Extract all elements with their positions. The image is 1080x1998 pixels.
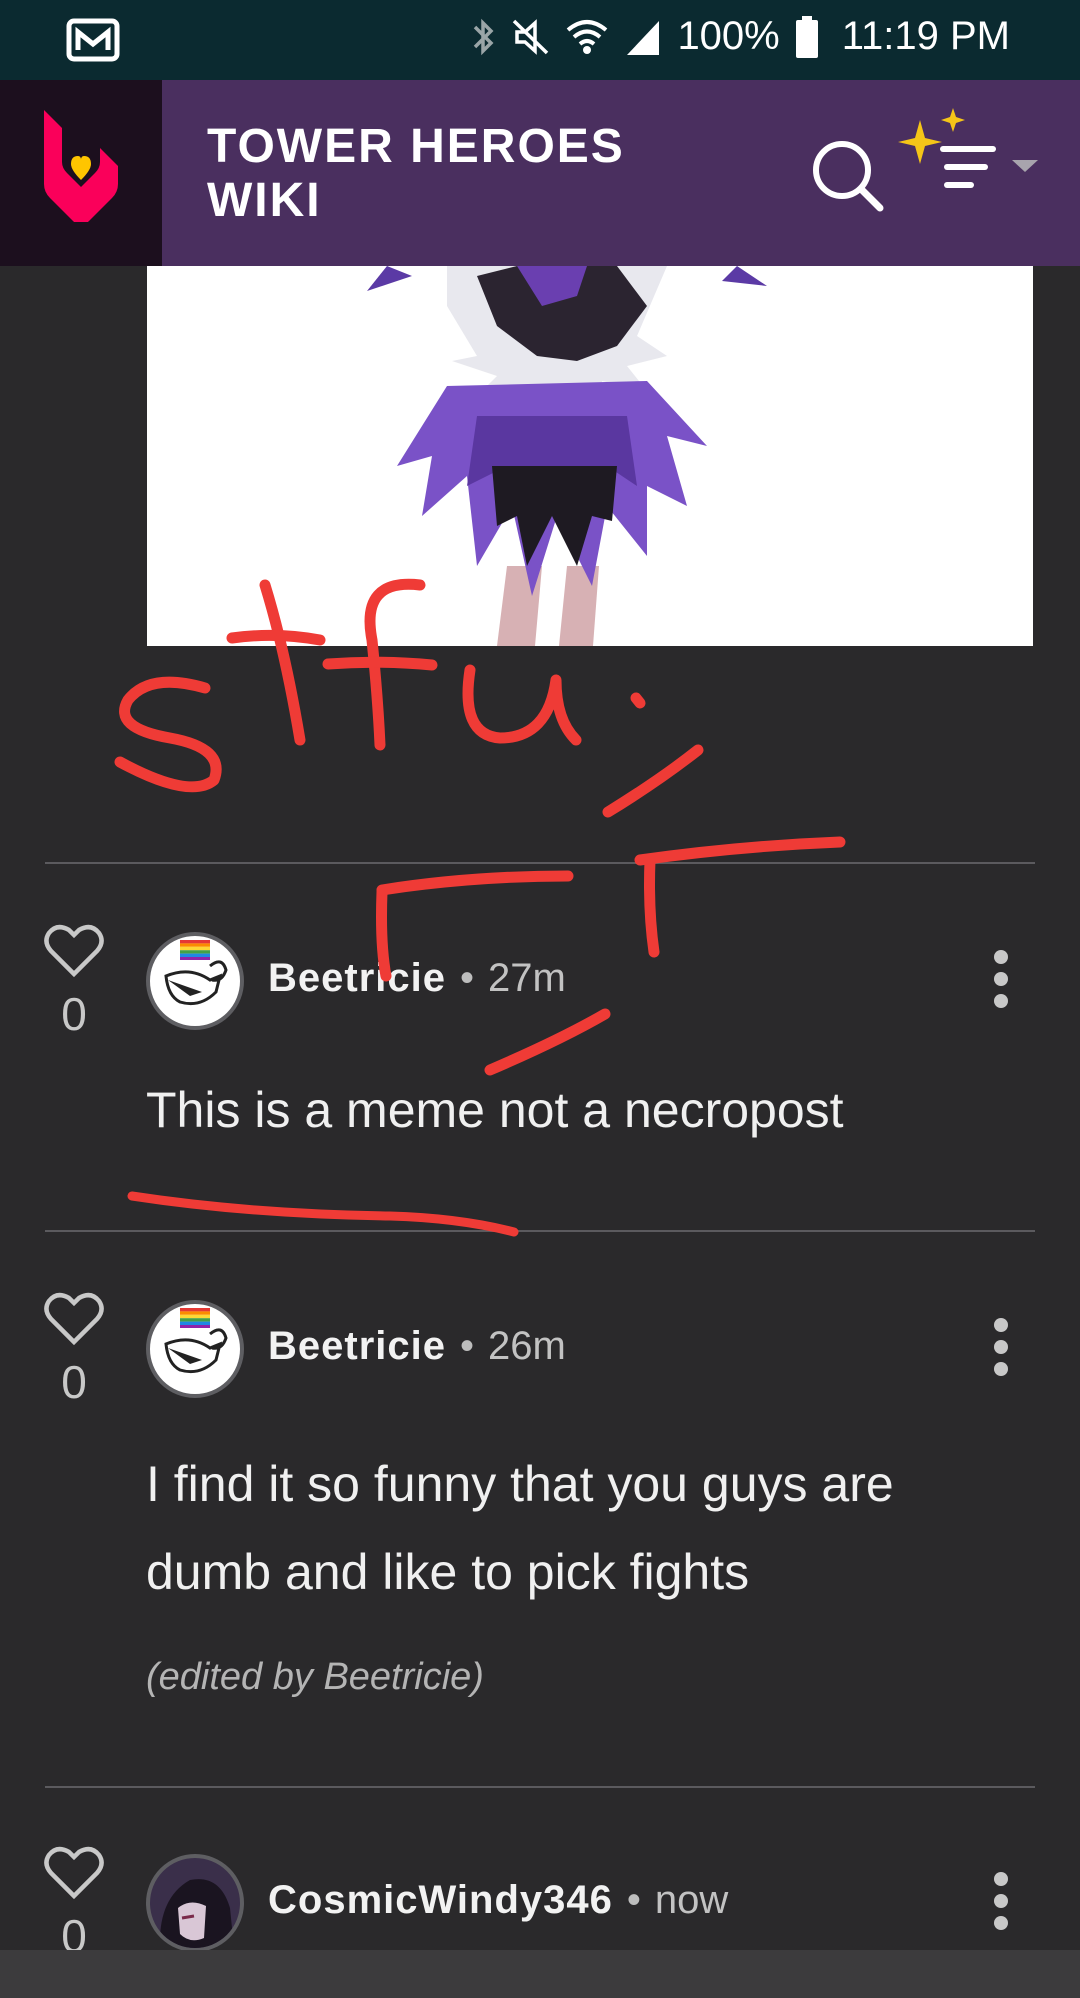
more-options-icon[interactable] [994,950,1008,1016]
heart-icon[interactable] [43,1290,105,1346]
timestamp: 26m [488,1324,566,1368]
bluetooth-icon [469,16,497,58]
like-count: 0 [61,988,87,1040]
wifi-icon [565,17,609,57]
edited-note: (edited by Beetricie) [146,1656,484,1698]
comment-item: 0 CosmicWindy346 • now [0,1844,1080,1950]
heart-icon[interactable] [43,922,105,978]
separator-dot: • [459,956,474,1000]
discussion-thread: 0 Beetricie • 27m This is a meme not a nec… [0,266,1080,1950]
divider [45,1786,1035,1788]
wiki-title[interactable]: TOWER HEROES WIKI [207,120,767,228]
gmail-notification-icon [66,18,120,67]
comment-text-line: I find it so funny that you guys are [146,1456,894,1512]
signal-icon [623,17,663,57]
timestamp: 27m [488,956,566,1000]
battery-percent: 100% [677,14,780,58]
wiki-title-line1: TOWER HEROES [207,120,625,173]
search-icon[interactable] [808,136,888,221]
more-options-icon[interactable] [994,1318,1008,1384]
comment-text: This is a meme not a necropost [146,1082,844,1138]
wiki-header: TOWER HEROES WIKI [0,80,1080,266]
clock: 11:19 PM [841,14,1010,58]
mute-icon [511,16,551,58]
like-control[interactable]: 0 [42,1290,106,1409]
fandom-logo-button[interactable] [0,80,162,266]
timestamp: now [654,1878,729,1922]
menu-sparkle-icon[interactable] [896,104,1046,219]
like-control[interactable]: 0 [42,922,106,1041]
separator-dot: • [459,1324,474,1368]
comment-text-line: dumb and like to pick fights [146,1544,750,1600]
author-name[interactable]: CosmicWindy346 [268,1878,613,1922]
battery-icon [794,15,820,59]
avatar[interactable] [146,1300,244,1398]
like-count: 0 [61,1356,87,1408]
fandom-logo-icon [44,110,118,222]
character-artwork [367,266,767,646]
like-count: 0 [61,1910,87,1950]
status-bar: 100% 11:19 PM [0,0,1080,80]
separator-dot: • [626,1878,641,1922]
avatar[interactable] [146,1854,244,1950]
heart-icon[interactable] [43,1844,105,1900]
divider [45,1230,1035,1232]
avatar[interactable] [146,932,244,1030]
author-name[interactable]: Beetricie [268,956,446,1000]
post-image[interactable] [147,266,1033,646]
bottom-toolbar[interactable] [0,1950,1080,1998]
author-name[interactable]: Beetricie [268,1324,446,1368]
wiki-title-line2: WIKI [207,174,322,227]
divider [45,862,1035,864]
comment-meta: Beetricie • 26m [268,1324,566,1369]
more-options-icon[interactable] [994,1872,1008,1938]
comment-meta: CosmicWindy346 • now [268,1878,728,1923]
like-control[interactable]: 0 [42,1844,106,1950]
comment-meta: Beetricie • 27m [268,956,566,1001]
comment-text: I find it so funny that you guys are dum… [146,1440,1026,1616]
